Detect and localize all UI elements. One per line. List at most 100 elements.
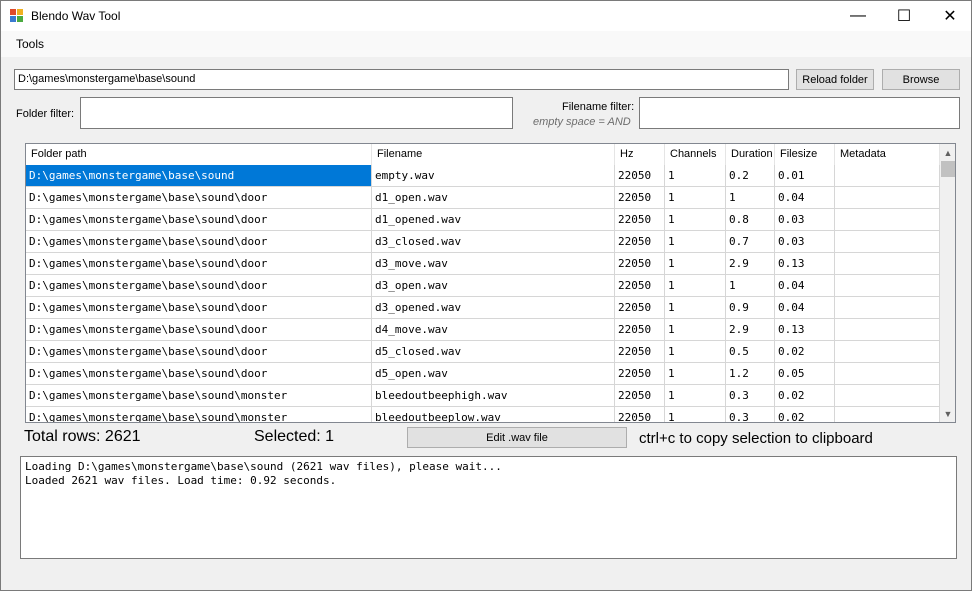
cell-channels[interactable]: 1	[665, 187, 726, 209]
cell-channels[interactable]: 1	[665, 275, 726, 297]
cell-hz[interactable]: 22050	[615, 363, 665, 385]
cell-filename[interactable]: d1_opened.wav	[372, 209, 615, 231]
cell-channels[interactable]: 1	[665, 253, 726, 275]
cell-duration[interactable]: 2.9	[726, 253, 775, 275]
log-output[interactable]: Loading D:\games\monstergame\base\sound …	[20, 456, 957, 559]
cell-metadata[interactable]	[835, 319, 940, 341]
cell-metadata[interactable]	[835, 363, 940, 385]
cell-channels[interactable]: 1	[665, 319, 726, 341]
menu-tools[interactable]: Tools	[16, 37, 44, 51]
cell-metadata[interactable]	[835, 275, 940, 297]
cell-duration[interactable]: 1	[726, 187, 775, 209]
wav-file-grid[interactable]: Folder path Filename Hz Channels Duratio…	[25, 143, 956, 423]
minimize-button[interactable]: —	[835, 1, 881, 31]
table-row[interactable]: D:\games\monstergame\base\sound\door d1_o…	[26, 209, 940, 231]
cell-folder-path[interactable]: D:\games\monstergame\base\sound\door	[26, 341, 372, 363]
cell-metadata[interactable]	[835, 231, 940, 253]
maximize-button[interactable]: ☐	[881, 1, 927, 31]
browse-button[interactable]: Browse	[882, 69, 960, 90]
cell-filename[interactable]: bleedoutbeeplow.wav	[372, 407, 615, 422]
table-row[interactable]: D:\games\monstergame\base\sound empty.wav…	[26, 165, 940, 187]
cell-metadata[interactable]	[835, 209, 940, 231]
cell-filename[interactable]: d3_move.wav	[372, 253, 615, 275]
cell-filesize[interactable]: 0.05	[775, 363, 835, 385]
cell-filesize[interactable]: 0.13	[775, 319, 835, 341]
column-header-filesize[interactable]: Filesize	[775, 144, 835, 165]
cell-filesize[interactable]: 0.01	[775, 165, 835, 187]
column-header-folder-path[interactable]: Folder path	[26, 144, 372, 165]
cell-metadata[interactable]	[835, 341, 940, 363]
column-header-metadata[interactable]: Metadata	[835, 144, 940, 165]
cell-duration[interactable]: 0.5	[726, 341, 775, 363]
table-row[interactable]: D:\games\monstergame\base\sound\monster b…	[26, 407, 940, 422]
cell-filename[interactable]: d3_closed.wav	[372, 231, 615, 253]
cell-duration[interactable]: 0.3	[726, 407, 775, 422]
scroll-down-arrow-icon[interactable]: ▼	[940, 405, 955, 422]
cell-folder-path[interactable]: D:\games\monstergame\base\sound	[26, 165, 372, 187]
cell-hz[interactable]: 22050	[615, 187, 665, 209]
cell-metadata[interactable]	[835, 187, 940, 209]
cell-filename[interactable]: d3_opened.wav	[372, 297, 615, 319]
cell-filesize[interactable]: 0.04	[775, 275, 835, 297]
table-row[interactable]: D:\games\monstergame\base\sound\monster b…	[26, 385, 940, 407]
cell-hz[interactable]: 22050	[615, 209, 665, 231]
cell-duration[interactable]: 0.3	[726, 385, 775, 407]
filename-filter-input[interactable]	[639, 97, 960, 129]
cell-duration[interactable]: 0.2	[726, 165, 775, 187]
cell-duration[interactable]: 0.7	[726, 231, 775, 253]
cell-folder-path[interactable]: D:\games\monstergame\base\sound\door	[26, 231, 372, 253]
cell-filename[interactable]: d5_closed.wav	[372, 341, 615, 363]
table-row[interactable]: D:\games\monstergame\base\sound\door d3_m…	[26, 253, 940, 275]
table-row[interactable]: D:\games\monstergame\base\sound\door d3_c…	[26, 231, 940, 253]
cell-channels[interactable]: 1	[665, 209, 726, 231]
table-row[interactable]: D:\games\monstergame\base\sound\door d3_o…	[26, 275, 940, 297]
cell-hz[interactable]: 22050	[615, 165, 665, 187]
cell-metadata[interactable]	[835, 297, 940, 319]
cell-filename[interactable]: d3_open.wav	[372, 275, 615, 297]
cell-folder-path[interactable]: D:\games\monstergame\base\sound\door	[26, 209, 372, 231]
close-button[interactable]: ✕	[927, 1, 972, 31]
cell-metadata[interactable]	[835, 165, 940, 187]
cell-folder-path[interactable]: D:\games\monstergame\base\sound\door	[26, 297, 372, 319]
cell-channels[interactable]: 1	[665, 363, 726, 385]
cell-hz[interactable]: 22050	[615, 407, 665, 422]
cell-filesize[interactable]: 0.02	[775, 341, 835, 363]
cell-channels[interactable]: 1	[665, 165, 726, 187]
cell-hz[interactable]: 22050	[615, 341, 665, 363]
cell-folder-path[interactable]: D:\games\monstergame\base\sound\door	[26, 363, 372, 385]
cell-channels[interactable]: 1	[665, 297, 726, 319]
table-row[interactable]: D:\games\monstergame\base\sound\door d4_m…	[26, 319, 940, 341]
reload-folder-button[interactable]: Reload folder	[796, 69, 874, 90]
cell-duration[interactable]: 0.8	[726, 209, 775, 231]
scroll-up-arrow-icon[interactable]: ▲	[940, 144, 955, 161]
column-header-hz[interactable]: Hz	[615, 144, 665, 165]
table-row[interactable]: D:\games\monstergame\base\sound\door d5_c…	[26, 341, 940, 363]
cell-duration[interactable]: 0.9	[726, 297, 775, 319]
cell-metadata[interactable]	[835, 385, 940, 407]
cell-metadata[interactable]	[835, 253, 940, 275]
cell-hz[interactable]: 22050	[615, 385, 665, 407]
cell-hz[interactable]: 22050	[615, 253, 665, 275]
folder-path-input[interactable]: D:\games\monstergame\base\sound	[14, 69, 789, 90]
cell-metadata[interactable]	[835, 407, 940, 422]
cell-channels[interactable]: 1	[665, 407, 726, 422]
column-header-channels[interactable]: Channels	[665, 144, 726, 165]
edit-wav-file-button[interactable]: Edit .wav file	[407, 427, 627, 448]
cell-filename[interactable]: empty.wav	[372, 165, 615, 187]
column-header-duration[interactable]: Duration	[726, 144, 775, 165]
cell-folder-path[interactable]: D:\games\monstergame\base\sound\door	[26, 187, 372, 209]
cell-folder-path[interactable]: D:\games\monstergame\base\sound\monster	[26, 407, 372, 422]
cell-filename[interactable]: bleedoutbeephigh.wav	[372, 385, 615, 407]
cell-filesize[interactable]: 0.02	[775, 407, 835, 422]
cell-channels[interactable]: 1	[665, 341, 726, 363]
cell-hz[interactable]: 22050	[615, 231, 665, 253]
cell-filesize[interactable]: 0.04	[775, 187, 835, 209]
cell-filesize[interactable]: 0.02	[775, 385, 835, 407]
grid-vertical-scrollbar[interactable]: ▲ ▼	[940, 144, 955, 422]
cell-channels[interactable]: 1	[665, 385, 726, 407]
cell-filename[interactable]: d1_open.wav	[372, 187, 615, 209]
cell-filesize[interactable]: 0.03	[775, 209, 835, 231]
cell-filesize[interactable]: 0.13	[775, 253, 835, 275]
cell-folder-path[interactable]: D:\games\monstergame\base\sound\monster	[26, 385, 372, 407]
scrollbar-thumb[interactable]	[941, 161, 955, 177]
